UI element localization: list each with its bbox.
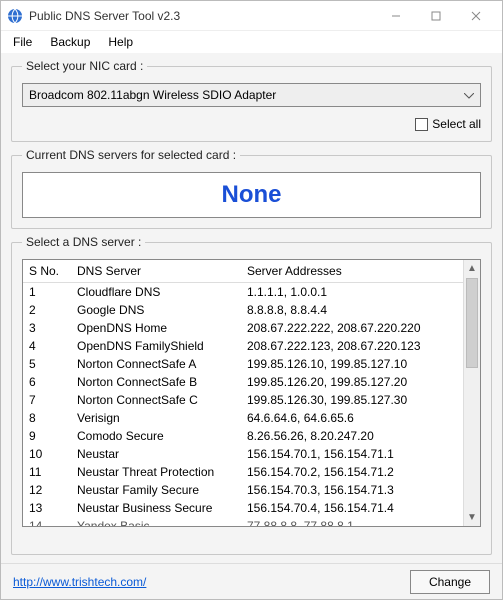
cell-sn: 13: [23, 499, 71, 517]
cell-sn: 14: [23, 517, 71, 526]
table-row[interactable]: 14Yandex Basic77.88.8.8, 77.88.8.1: [23, 517, 463, 526]
cell-name: Comodo Secure: [71, 427, 241, 445]
change-button-label: Change: [429, 575, 471, 589]
cell-name: OpenDNS FamilyShield: [71, 337, 241, 355]
cell-addr: 208.67.222.222, 208.67.220.220: [241, 319, 463, 337]
cell-sn: 9: [23, 427, 71, 445]
titlebar: Public DNS Server Tool v2.3: [1, 1, 502, 31]
selectall-row: Select all: [22, 117, 481, 131]
minimize-button[interactable]: [376, 2, 416, 30]
cell-sn: 3: [23, 319, 71, 337]
cell-sn: 5: [23, 355, 71, 373]
cell-addr: 8.26.56.26, 8.20.247.20: [241, 427, 463, 445]
menubar: File Backup Help: [1, 31, 502, 53]
table-row[interactable]: 8Verisign64.6.64.6, 64.6.65.6: [23, 409, 463, 427]
menu-file[interactable]: File: [5, 33, 40, 51]
nic-combobox[interactable]: Broadcom 802.11abgn Wireless SDIO Adapte…: [22, 83, 481, 107]
cell-name: Cloudflare DNS: [71, 283, 241, 302]
cell-name: Neustar: [71, 445, 241, 463]
table-row[interactable]: 6Norton ConnectSafe B199.85.126.20, 199.…: [23, 373, 463, 391]
dns-list-legend: Select a DNS server :: [22, 235, 145, 249]
cell-addr: 1.1.1.1, 1.0.0.1: [241, 283, 463, 302]
maximize-button[interactable]: [416, 2, 456, 30]
menu-backup[interactable]: Backup: [42, 33, 98, 51]
selectall-label: Select all: [432, 117, 481, 131]
table-row[interactable]: 2Google DNS8.8.8.8, 8.8.4.4: [23, 301, 463, 319]
cell-addr: 156.154.70.2, 156.154.71.2: [241, 463, 463, 481]
chevron-down-icon: [464, 88, 474, 102]
cell-name: Neustar Business Secure: [71, 499, 241, 517]
table-row[interactable]: 11Neustar Threat Protection156.154.70.2,…: [23, 463, 463, 481]
cell-name: Norton ConnectSafe B: [71, 373, 241, 391]
current-dns-box: None: [22, 172, 481, 218]
current-dns-legend: Current DNS servers for selected card :: [22, 148, 240, 162]
nic-selected-value: Broadcom 802.11abgn Wireless SDIO Adapte…: [29, 88, 276, 102]
cell-sn: 8: [23, 409, 71, 427]
cell-sn: 2: [23, 301, 71, 319]
cell-name: Google DNS: [71, 301, 241, 319]
cell-addr: 156.154.70.1, 156.154.71.1: [241, 445, 463, 463]
cell-addr: 199.85.126.10, 199.85.127.10: [241, 355, 463, 373]
cell-sn: 4: [23, 337, 71, 355]
cell-sn: 12: [23, 481, 71, 499]
menu-help[interactable]: Help: [100, 33, 141, 51]
dns-list-group: Select a DNS server : S No. DNS Server S…: [11, 235, 492, 555]
client-area: Select your NIC card : Broadcom 802.11ab…: [1, 53, 502, 563]
table-row[interactable]: 3OpenDNS Home208.67.222.222, 208.67.220.…: [23, 319, 463, 337]
vertical-scrollbar[interactable]: ▲ ▼: [463, 260, 480, 526]
col-header-addr[interactable]: Server Addresses: [241, 260, 463, 283]
scrollbar-thumb[interactable]: [466, 278, 478, 368]
cell-addr: 199.85.126.30, 199.85.127.30: [241, 391, 463, 409]
cell-name: OpenDNS Home: [71, 319, 241, 337]
cell-name: Neustar Family Secure: [71, 481, 241, 499]
change-button[interactable]: Change: [410, 570, 490, 594]
dns-table: S No. DNS Server Server Addresses 1Cloud…: [23, 260, 463, 526]
table-row[interactable]: 10Neustar156.154.70.1, 156.154.71.1: [23, 445, 463, 463]
cell-sn: 10: [23, 445, 71, 463]
table-row[interactable]: 13Neustar Business Secure156.154.70.4, 1…: [23, 499, 463, 517]
table-row[interactable]: 7Norton ConnectSafe C199.85.126.30, 199.…: [23, 391, 463, 409]
cell-addr: 199.85.126.20, 199.85.127.20: [241, 373, 463, 391]
app-icon: [7, 8, 23, 24]
current-dns-value: None: [222, 181, 282, 209]
table-header-row: S No. DNS Server Server Addresses: [23, 260, 463, 283]
current-dns-group: Current DNS servers for selected card : …: [11, 148, 492, 229]
footer: http://www.trishtech.com/ Change: [1, 563, 502, 599]
cell-addr: 77.88.8.8, 77.88.8.1: [241, 517, 463, 526]
cell-sn: 11: [23, 463, 71, 481]
website-link[interactable]: http://www.trishtech.com/: [13, 575, 146, 589]
cell-name: Verisign: [71, 409, 241, 427]
table-row[interactable]: 12Neustar Family Secure156.154.70.3, 156…: [23, 481, 463, 499]
cell-name: Norton ConnectSafe C: [71, 391, 241, 409]
table-row[interactable]: 4OpenDNS FamilyShield208.67.222.123, 208…: [23, 337, 463, 355]
cell-sn: 1: [23, 283, 71, 302]
scroll-down-arrow-icon[interactable]: ▼: [464, 509, 480, 526]
cell-addr: 64.6.64.6, 64.6.65.6: [241, 409, 463, 427]
dns-table-scroll: S No. DNS Server Server Addresses 1Cloud…: [23, 260, 463, 526]
cell-addr: 156.154.70.4, 156.154.71.4: [241, 499, 463, 517]
close-button[interactable]: [456, 2, 496, 30]
cell-sn: 6: [23, 373, 71, 391]
cell-sn: 7: [23, 391, 71, 409]
dns-table-wrap: S No. DNS Server Server Addresses 1Cloud…: [22, 259, 481, 527]
cell-name: Yandex Basic: [71, 517, 241, 526]
cell-addr: 8.8.8.8, 8.8.4.4: [241, 301, 463, 319]
table-row[interactable]: 5Norton ConnectSafe A199.85.126.10, 199.…: [23, 355, 463, 373]
scroll-up-arrow-icon[interactable]: ▲: [464, 260, 480, 277]
window-title: Public DNS Server Tool v2.3: [29, 9, 180, 23]
app-window: Public DNS Server Tool v2.3 File Backup …: [0, 0, 503, 600]
cell-name: Neustar Threat Protection: [71, 463, 241, 481]
nic-group: Select your NIC card : Broadcom 802.11ab…: [11, 59, 492, 142]
table-row[interactable]: 1Cloudflare DNS1.1.1.1, 1.0.0.1: [23, 283, 463, 302]
cell-name: Norton ConnectSafe A: [71, 355, 241, 373]
nic-legend: Select your NIC card :: [22, 59, 147, 73]
selectall-checkbox[interactable]: [415, 118, 428, 131]
col-header-name[interactable]: DNS Server: [71, 260, 241, 283]
col-header-sn[interactable]: S No.: [23, 260, 71, 283]
cell-addr: 156.154.70.3, 156.154.71.3: [241, 481, 463, 499]
cell-addr: 208.67.222.123, 208.67.220.123: [241, 337, 463, 355]
table-row[interactable]: 9Comodo Secure8.26.56.26, 8.20.247.20: [23, 427, 463, 445]
